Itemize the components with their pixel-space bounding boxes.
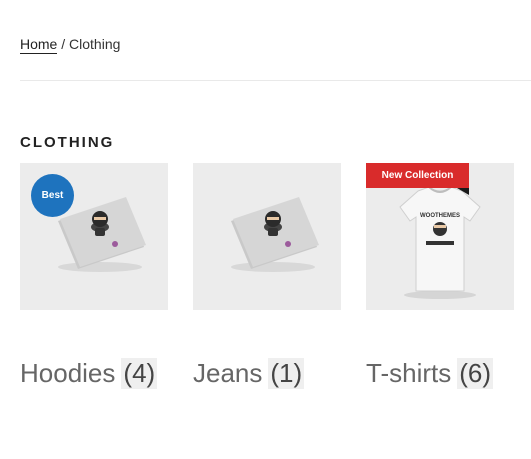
category-image-hoodies[interactable]: Best: [20, 163, 168, 310]
new-collection-badge: New Collection: [366, 163, 469, 188]
section-title: CLOTHING: [20, 134, 115, 151]
category-title-tshirts[interactable]: T-shirts (6): [366, 358, 514, 389]
category-name[interactable]: Hoodies: [20, 358, 115, 389]
category-name[interactable]: T-shirts: [366, 358, 451, 389]
category-count: (4): [121, 358, 158, 389]
best-badge: Best: [31, 174, 74, 217]
ninja-poster-image: [231, 197, 319, 272]
category-card-hoodies[interactable]: Best Hoodies (4): [20, 163, 168, 389]
banner-fold: [457, 188, 469, 195]
category-image-jeans[interactable]: [193, 163, 341, 310]
category-count: (6): [457, 358, 494, 389]
category-name[interactable]: Jeans: [193, 358, 262, 389]
category-card-tshirts[interactable]: WOOTHEMES New Collection T-shirts (6): [366, 163, 514, 389]
breadcrumb-current: Clothing: [69, 36, 121, 52]
category-image-tshirts[interactable]: WOOTHEMES New Collection: [366, 163, 514, 310]
breadcrumb-home-link[interactable]: Home: [20, 36, 58, 54]
category-count: (1): [268, 358, 305, 389]
category-title-hoodies[interactable]: Hoodies (4): [20, 358, 168, 389]
category-card-jeans[interactable]: Jeans (1): [193, 163, 341, 389]
tshirt-print-text: WOOTHEMES: [420, 213, 460, 219]
header-divider: [20, 80, 531, 81]
breadcrumb-separator: /: [57, 36, 70, 52]
breadcrumb: Home / Clothing: [20, 36, 121, 54]
category-title-jeans[interactable]: Jeans (1): [193, 358, 341, 389]
